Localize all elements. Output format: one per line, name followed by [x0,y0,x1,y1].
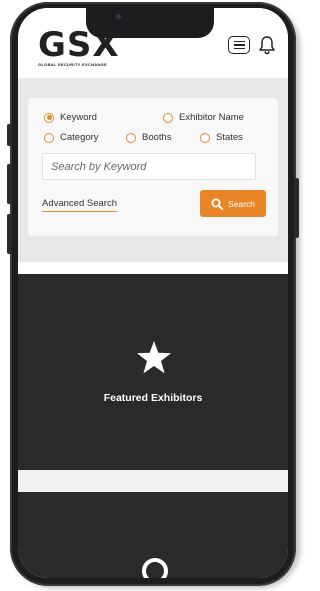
radio-keyword[interactable]: Keyword [44,112,97,123]
section-divider [18,470,288,492]
ring-icon [142,558,168,578]
radio-booths[interactable]: Booths [126,132,172,143]
search-card: Keyword Exhibitor Name Category Booths S… [28,98,278,236]
radio-label: Exhibitor Name [179,112,244,123]
radio-category[interactable]: Category [44,132,99,143]
radio-states[interactable]: States [200,132,243,143]
star-icon [137,341,171,374]
camera-dot [116,14,121,19]
search-button-label: Search [228,198,255,209]
radio-unselected-icon [126,132,136,143]
volume-up-button [7,164,12,204]
radio-label: Keyword [60,112,97,123]
radio-unselected-icon [44,132,54,143]
volume-down-button [7,214,12,254]
radio-exhibitor-name[interactable]: Exhibitor Name [163,112,244,123]
bell-icon[interactable] [258,35,276,55]
next-section-card[interactable] [18,492,288,578]
power-button [294,178,299,238]
app-screen: GSX GLOBAL SECURITY EXCHANGE Keyword Exh… [18,8,288,578]
radio-selected-icon [44,112,54,123]
logo-subtitle: GLOBAL SECURITY EXCHANGE [38,62,108,67]
phone-notch [86,8,214,38]
search-icon [211,198,224,210]
radio-unselected-icon [163,112,173,123]
radio-label: Booths [142,132,172,143]
section-gap [18,262,288,274]
advanced-search-link[interactable]: Advanced Search [42,198,117,212]
search-input[interactable] [42,153,256,180]
radio-unselected-icon [200,132,210,143]
radio-label: States [216,132,243,143]
search-button[interactable]: Search [200,190,266,217]
featured-exhibitors-label: Featured Exhibitors [103,392,203,404]
mute-switch [7,124,12,146]
radio-label: Category [60,132,99,143]
search-section: Keyword Exhibitor Name Category Booths S… [18,78,288,262]
hamburger-menu-icon[interactable] [228,36,250,54]
featured-exhibitors-card[interactable]: Featured Exhibitors [18,274,288,470]
